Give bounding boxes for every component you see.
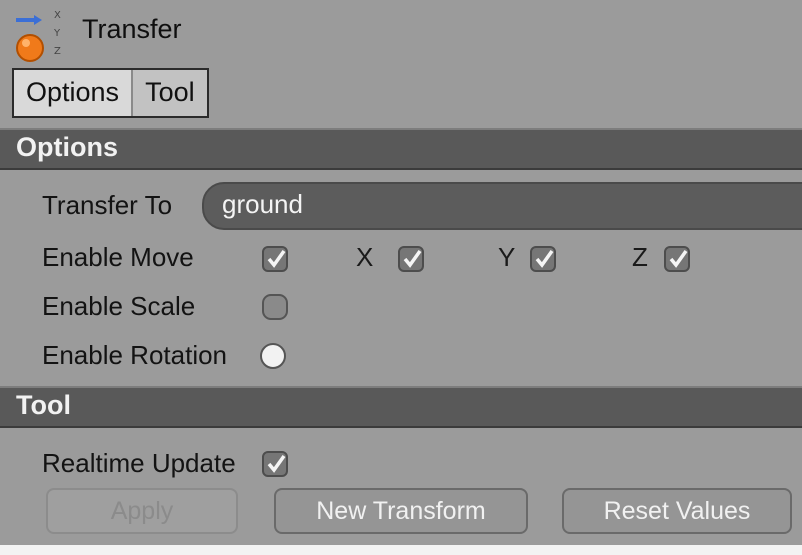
enable-rotation-checkbox[interactable] xyxy=(260,343,286,369)
transfer-to-label: Transfer To xyxy=(42,190,173,220)
y-axis-checkbox[interactable] xyxy=(530,246,556,272)
y-axis-label: Y xyxy=(498,242,516,272)
z-axis-checkbox[interactable] xyxy=(664,246,690,272)
tool-section-header[interactable]: Tool xyxy=(0,386,802,428)
checkmark-icon xyxy=(267,249,286,268)
svg-text:Y: Y xyxy=(53,28,61,39)
z-axis-label: Z xyxy=(632,242,648,272)
x-axis-label: X xyxy=(356,242,374,272)
reset-values-button[interactable]: Reset Values xyxy=(562,488,792,534)
realtime-update-label: Realtime Update xyxy=(42,448,236,478)
window-title: Transfer xyxy=(82,14,182,44)
enable-scale-checkbox[interactable] xyxy=(262,294,288,320)
enable-move-label: Enable Move xyxy=(42,242,194,272)
bottom-edge xyxy=(0,545,802,555)
checkmark-icon xyxy=(403,249,422,268)
attribute-manager-panel: X Y Z Transfer Options Tool Options Tran… xyxy=(0,0,802,555)
svg-text:Z: Z xyxy=(54,46,61,57)
checkmark-icon xyxy=(669,249,688,268)
apply-button[interactable]: Apply xyxy=(46,488,238,534)
tab-bar: Options Tool xyxy=(12,68,209,118)
transfer-tool-icon: X Y Z xyxy=(14,6,74,66)
svg-text:X: X xyxy=(54,10,61,21)
checkmark-icon xyxy=(535,249,554,268)
enable-scale-label: Enable Scale xyxy=(42,291,196,321)
enable-move-checkbox[interactable] xyxy=(262,246,288,272)
transfer-to-value: ground xyxy=(222,189,303,219)
tab-options[interactable]: Options xyxy=(14,70,134,116)
options-section-header[interactable]: Options xyxy=(0,128,802,170)
checkmark-icon xyxy=(267,454,286,473)
options-section-title: Options xyxy=(16,132,118,162)
new-transform-button[interactable]: New Transform xyxy=(274,488,528,534)
tab-tool[interactable]: Tool xyxy=(133,70,207,116)
enable-rotation-label: Enable Rotation xyxy=(42,340,228,370)
x-axis-checkbox[interactable] xyxy=(398,246,424,272)
realtime-update-checkbox[interactable] xyxy=(262,451,288,477)
transfer-to-field[interactable]: ground xyxy=(202,182,802,230)
tool-section-title: Tool xyxy=(16,390,71,420)
